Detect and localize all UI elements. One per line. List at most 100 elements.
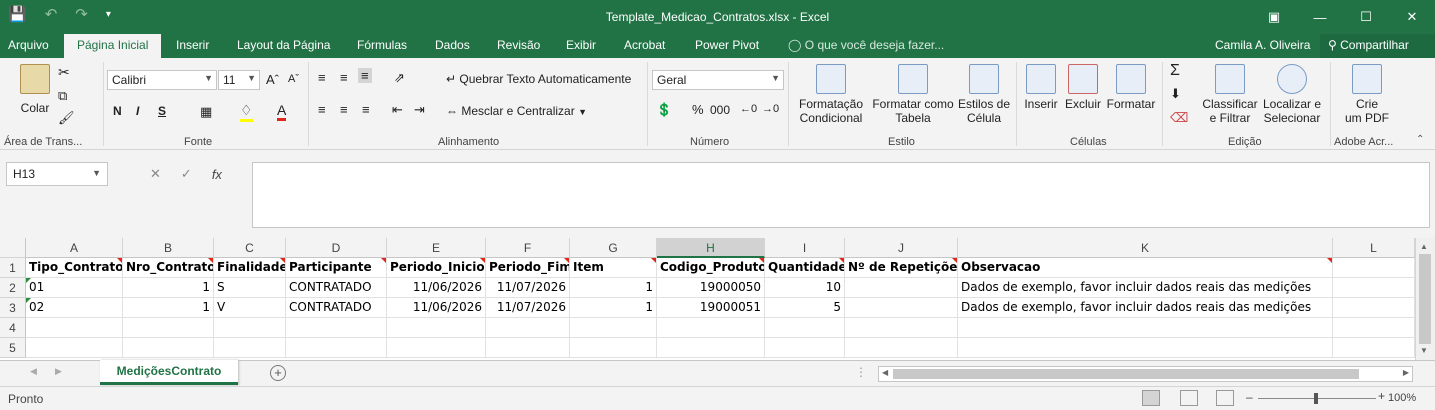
table-cell[interactable]: Dados de exemplo, favor incluir dados re… [958, 298, 1333, 318]
table-cell[interactable] [570, 318, 657, 338]
table-cell[interactable]: 5 [765, 298, 845, 318]
header-cell[interactable]: Observacao [958, 258, 1333, 278]
merge-center-button[interactable]: ⇔ Mesclar e Centralizar ▼ [446, 104, 587, 118]
tab-pagina-inicial[interactable]: Página Inicial [64, 34, 162, 58]
tab-formulas[interactable]: Fórmulas [357, 38, 407, 52]
table-cell[interactable]: 11/06/2026 [387, 298, 486, 318]
table-cell[interactable] [286, 318, 387, 338]
scroll-left-icon[interactable]: ◀ [882, 368, 888, 377]
fill-color-icon[interactable]: ♢ [240, 102, 253, 122]
confirm-icon[interactable]: ✓ [181, 166, 192, 182]
table-cell[interactable] [1333, 298, 1415, 318]
page-layout-view-icon[interactable] [1180, 390, 1198, 406]
table-cell[interactable]: 1 [570, 298, 657, 318]
table-cell[interactable] [486, 318, 570, 338]
column-header-c[interactable]: C [214, 238, 286, 258]
table-cell[interactable] [387, 338, 486, 358]
table-cell[interactable]: 1 [570, 278, 657, 298]
table-cell[interactable] [958, 318, 1333, 338]
cut-icon[interactable]: ✂ [58, 64, 70, 81]
align-left-icon[interactable]: ≡ [318, 102, 326, 117]
align-middle-icon[interactable]: ≡ [340, 70, 348, 85]
column-header-k[interactable]: K [958, 238, 1333, 258]
table-cell[interactable] [286, 338, 387, 358]
header-cell[interactable]: Nº de Repetições [845, 258, 958, 278]
header-cell[interactable]: Periodo_Inicio [387, 258, 486, 278]
table-cell[interactable] [765, 318, 845, 338]
fill-icon[interactable]: ⬇ [1170, 86, 1181, 102]
increase-decimal-icon[interactable]: ←0 [740, 103, 757, 115]
tab-dados[interactable]: Dados [435, 38, 470, 52]
copy-icon[interactable]: ⧉ [58, 88, 67, 104]
font-color-icon[interactable]: A [277, 102, 287, 121]
zoom-slider[interactable] [1258, 393, 1376, 404]
user-name[interactable]: Camila A. Oliveira [1215, 38, 1310, 52]
table-cell[interactable] [845, 338, 958, 358]
row-header-3[interactable]: 3 [0, 298, 26, 318]
tab-power-pivot[interactable]: Power Pivot [695, 38, 759, 52]
wrap-text-button[interactable]: ↵ Quebrar Texto Automaticamente [446, 72, 631, 86]
conditional-formatting-button[interactable]: Formatação Condicional [795, 64, 867, 125]
share-button[interactable]: ⚲ Compartilhar [1320, 34, 1435, 58]
table-cell[interactable]: 19000050 [657, 278, 765, 298]
table-cell[interactable] [1333, 318, 1415, 338]
scroll-right-icon[interactable]: ▶ [1403, 368, 1409, 377]
row-header-5[interactable]: 5 [0, 338, 26, 358]
paste-button[interactable]: Colar [20, 64, 50, 115]
worksheet-grid[interactable]: A B C D E F G H I J K L 1 Tipo_Contrato Nro_Contrato Fi… [0, 238, 1415, 360]
cell-styles-button[interactable]: Estilos de Célula [958, 64, 1010, 125]
table-cell[interactable]: 19000051 [657, 298, 765, 318]
table-cell[interactable] [123, 318, 214, 338]
row-header-2[interactable]: 2 [0, 278, 26, 298]
table-cell[interactable] [958, 338, 1333, 358]
shrink-font-icon[interactable]: Aˇ [288, 73, 299, 85]
close-button[interactable]: ✕ [1389, 0, 1435, 34]
table-cell[interactable]: 01 [26, 278, 123, 298]
table-cell[interactable]: CONTRATADO [286, 298, 387, 318]
tab-inserir[interactable]: Inserir [176, 38, 209, 52]
next-sheet-icon[interactable]: ▶ [55, 366, 62, 377]
comma-style-icon[interactable]: 000 [710, 103, 730, 117]
format-as-table-button[interactable]: Formatar como Tabela [872, 64, 954, 125]
decrease-decimal-icon[interactable]: →0 [762, 103, 779, 115]
column-header-a[interactable]: A [26, 238, 123, 258]
header-cell[interactable]: Codigo_Produto [657, 258, 765, 278]
column-header-h[interactable]: H [657, 238, 765, 258]
font-size-combo[interactable]: 11 ▼ [218, 70, 260, 90]
name-box[interactable]: H13 ▼ [6, 162, 108, 186]
table-cell[interactable] [570, 338, 657, 358]
collapse-ribbon-icon[interactable]: ⌃ [1416, 134, 1424, 145]
select-all-corner[interactable] [0, 238, 26, 258]
scroll-down-icon[interactable]: ▼ [1420, 346, 1428, 355]
align-bottom-icon[interactable]: ≡ [358, 68, 372, 83]
table-cell[interactable]: 11/07/2026 [486, 298, 570, 318]
currency-icon[interactable]: 💲 [656, 102, 672, 118]
zoom-level[interactable]: 100% [1388, 392, 1416, 404]
header-cell[interactable]: Participante [286, 258, 387, 278]
table-cell[interactable]: S [214, 278, 286, 298]
table-cell[interactable]: 11/06/2026 [387, 278, 486, 298]
column-header-f[interactable]: F [486, 238, 570, 258]
align-top-icon[interactable]: ≡ [318, 70, 326, 85]
table-cell[interactable] [845, 298, 958, 318]
table-cell[interactable] [486, 338, 570, 358]
tab-exibir[interactable]: Exibir [566, 38, 596, 52]
column-header-j[interactable]: J [845, 238, 958, 258]
tab-split-handle[interactable]: ⋮ [855, 365, 867, 379]
table-cell[interactable]: 1 [123, 298, 214, 318]
create-pdf-button[interactable]: Crie um PDF [1342, 64, 1392, 125]
clear-icon[interactable]: ⌫ [1170, 110, 1188, 126]
table-cell[interactable] [845, 278, 958, 298]
tab-revisao[interactable]: Revisão [497, 38, 540, 52]
header-cell[interactable]: Nro_Contrato [123, 258, 214, 278]
tell-me-box[interactable]: ◯ O que você deseja fazer... [788, 38, 944, 52]
column-header-l[interactable]: L [1333, 238, 1415, 258]
maximize-button[interactable]: ☐ [1343, 0, 1389, 34]
table-cell[interactable]: Dados de exemplo, favor incluir dados re… [958, 278, 1333, 298]
column-header-i[interactable]: I [765, 238, 845, 258]
increase-indent-icon[interactable]: ⇥ [414, 102, 425, 118]
table-cell[interactable]: 11/07/2026 [486, 278, 570, 298]
underline-button[interactable]: S [158, 104, 166, 118]
table-cell[interactable] [657, 338, 765, 358]
row-header-4[interactable]: 4 [0, 318, 26, 338]
